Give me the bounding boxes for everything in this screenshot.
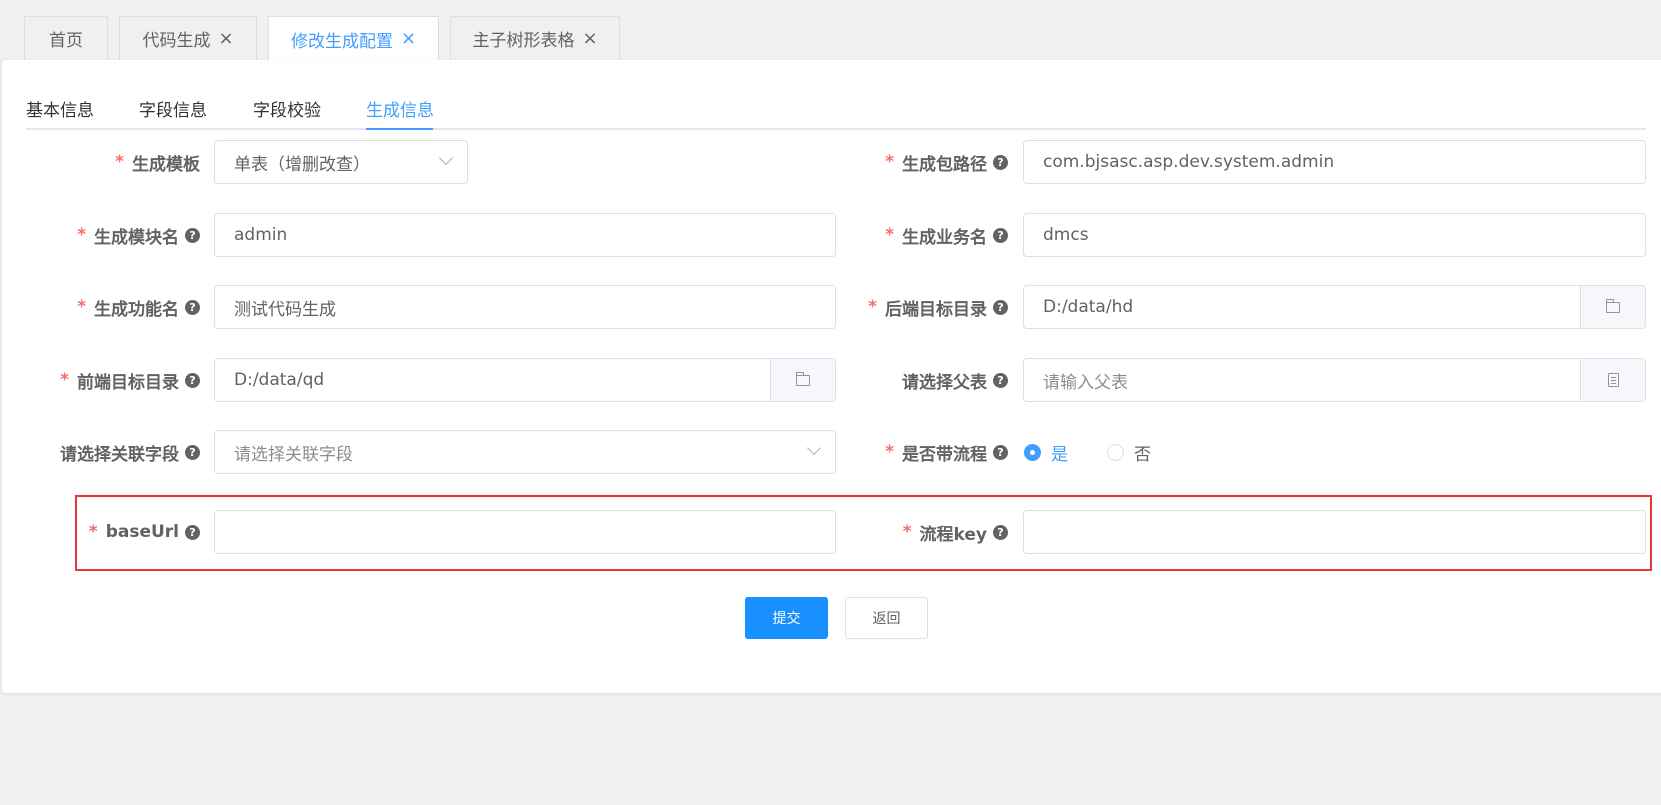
required-mark: * <box>885 152 894 172</box>
module-label: * 生成模块名 ? <box>22 213 200 257</box>
help-icon[interactable]: ? <box>993 444 1008 460</box>
with-process-label: * 是否带流程 ? <box>832 430 1008 474</box>
business-input[interactable]: dmcs <box>1023 213 1646 257</box>
label-text: 是否带流程 <box>902 444 987 465</box>
page-tab-edit-gen-config[interactable]: 修改生成配置 × <box>268 16 439 61</box>
page-tab-home[interactable]: 首页 <box>24 16 108 60</box>
tab-gen-info[interactable]: 生成信息 <box>366 88 434 128</box>
tab-basic-info[interactable]: 基本信息 <box>26 88 94 128</box>
input-value: D:/data/qd <box>234 370 325 390</box>
page-tab-label: 首页 <box>49 31 83 51</box>
close-icon[interactable]: × <box>218 29 233 48</box>
business-label: * 生成业务名 ? <box>832 213 1008 257</box>
package-label: * 生成包路径 ? <box>832 140 1008 184</box>
input-value: admin <box>234 225 288 245</box>
radio-label: 否 <box>1134 444 1151 465</box>
input-value: 测试代码生成 <box>234 299 336 320</box>
radio-dot <box>1107 443 1124 461</box>
back-button[interactable]: 返回 <box>845 597 928 639</box>
radio-dot <box>1024 443 1041 461</box>
required-mark: * <box>885 442 894 462</box>
page-tab-code-gen[interactable]: 代码生成 × <box>119 16 257 60</box>
help-icon[interactable]: ? <box>185 227 200 243</box>
backend-dir-input[interactable]: D:/data/hd <box>1023 285 1646 329</box>
select-value: 单表（增删改查） <box>234 154 370 175</box>
label-text: 生成功能名 <box>94 299 179 320</box>
function-input[interactable]: 测试代码生成 <box>214 285 836 329</box>
package-input[interactable]: com.bjsasc.asp.dev.system.admin <box>1023 140 1646 184</box>
parent-table-input[interactable]: 请输入父表 <box>1023 358 1646 402</box>
chevron-down-icon <box>806 440 822 456</box>
browse-folder-button[interactable] <box>770 359 835 401</box>
help-icon[interactable]: ? <box>185 444 200 460</box>
help-icon[interactable]: ? <box>993 227 1008 243</box>
tab-field-info[interactable]: 字段信息 <box>139 88 207 128</box>
required-mark: * <box>77 297 86 317</box>
folder-icon <box>796 371 810 386</box>
input-placeholder: 请输入父表 <box>1043 372 1128 393</box>
submit-button[interactable]: 提交 <box>745 597 828 639</box>
input-value: com.bjsasc.asp.dev.system.admin <box>1043 152 1335 172</box>
help-icon[interactable]: ? <box>993 299 1008 315</box>
close-icon[interactable]: × <box>582 29 597 48</box>
frontend-dir-input[interactable]: D:/data/qd <box>214 358 836 402</box>
frontend-dir-label: * 前端目标目录 ? <box>22 358 200 402</box>
document-icon <box>1607 373 1619 387</box>
template-select[interactable]: 单表（增删改查） <box>214 140 468 184</box>
tab-field-validation[interactable]: 字段校验 <box>253 88 321 128</box>
label-text: 生成模块名 <box>94 227 179 248</box>
page-tab-label: 修改生成配置 <box>290 31 393 52</box>
help-icon[interactable]: ? <box>993 372 1008 388</box>
select-table-button[interactable] <box>1580 359 1645 401</box>
required-mark: * <box>60 370 69 390</box>
relation-field-label: 请选择关联字段 ? <box>22 430 200 474</box>
template-label: * 生成模板 <box>22 140 200 184</box>
active-tab-indicator <box>366 128 433 130</box>
help-icon[interactable]: ? <box>993 154 1008 170</box>
label-text: 生成模板 <box>132 154 200 175</box>
page-tab-label: 代码生成 <box>142 31 211 51</box>
backend-dir-label: * 后端目标目录 ? <box>832 285 1008 329</box>
chevron-down-icon <box>438 150 454 166</box>
module-input[interactable]: admin <box>214 213 836 257</box>
required-mark: * <box>115 152 124 172</box>
label-text: 前端目标目录 <box>77 372 179 393</box>
label-text: 生成包路径 <box>902 154 987 175</box>
page-tab-label: 主子树形表格 <box>472 31 575 51</box>
highlight-box <box>75 495 1652 571</box>
select-placeholder: 请选择关联字段 <box>234 444 353 465</box>
help-icon[interactable]: ? <box>185 372 200 388</box>
page-tab-bar: 首页 代码生成 × 修改生成配置 × 主子树形表格 × <box>0 0 1661 61</box>
function-label: * 生成功能名 ? <box>22 285 200 329</box>
page-tab-master-tree-table[interactable]: 主子树形表格 × <box>450 16 620 60</box>
required-mark: * <box>885 225 894 245</box>
label-text: 请选择父表 <box>902 372 987 393</box>
label-text: 生成业务名 <box>902 227 987 248</box>
parent-table-label: 请选择父表 ? <box>832 358 1008 402</box>
input-value: D:/data/hd <box>1043 297 1134 317</box>
radio-yes[interactable]: 是 <box>1024 430 1068 474</box>
label-text: 后端目标目录 <box>885 299 987 320</box>
close-icon[interactable]: × <box>401 30 416 48</box>
form-card: 基本信息 字段信息 字段校验 生成信息 * 生成模板 单表（增删改查） * 生成… <box>2 60 1661 693</box>
input-value: dmcs <box>1043 225 1089 245</box>
radio-no[interactable]: 否 <box>1107 430 1151 474</box>
required-mark: * <box>77 225 86 245</box>
radio-label: 是 <box>1051 444 1068 465</box>
folder-icon <box>1606 298 1620 313</box>
browse-folder-button[interactable] <box>1580 286 1645 328</box>
label-text: 请选择关联字段 <box>60 444 179 465</box>
sub-tab-bar: 基本信息 字段信息 字段校验 生成信息 <box>26 88 1646 130</box>
relation-field-select[interactable]: 请选择关联字段 <box>214 430 836 474</box>
help-icon[interactable]: ? <box>185 299 200 315</box>
required-mark: * <box>868 297 877 317</box>
